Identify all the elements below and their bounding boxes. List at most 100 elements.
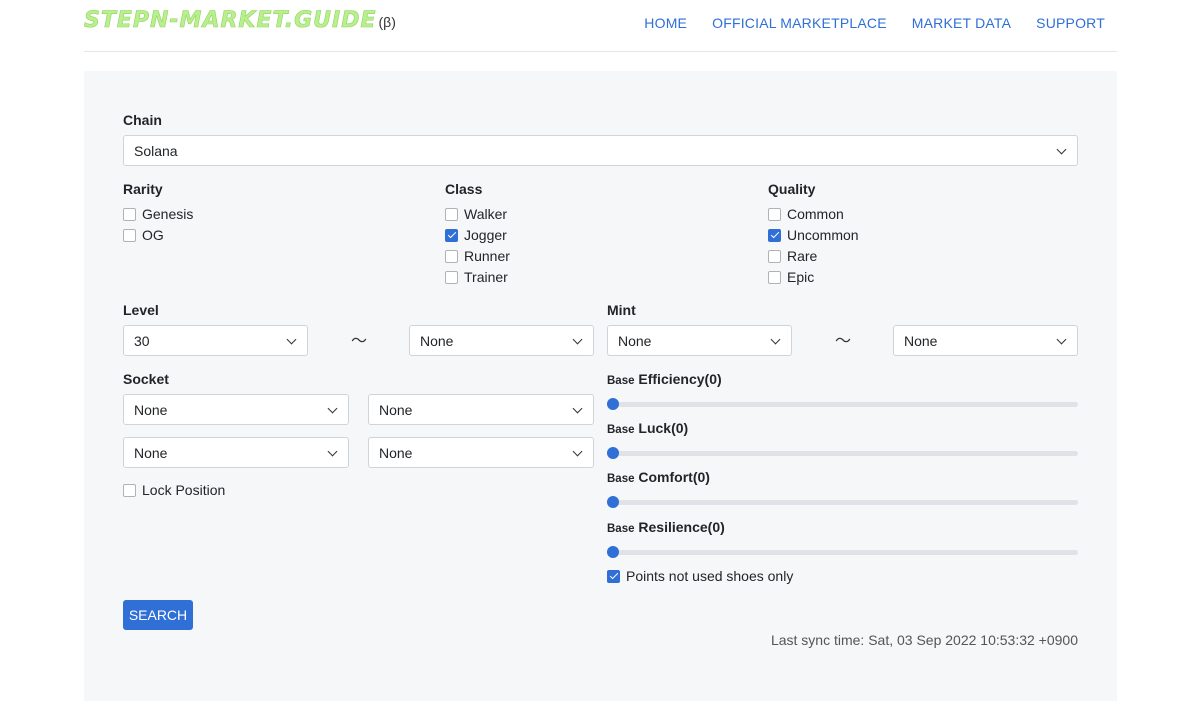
base-prefix: Base	[607, 375, 635, 387]
efficiency-slider[interactable]	[607, 398, 1078, 410]
last-sync-time: Last sync time: Sat, 03 Sep 2022 10:53:3…	[770, 632, 1078, 648]
checkbox-label: Common	[787, 206, 844, 222]
site-logo[interactable]: STEPN-MARKET.GUIDE (β)	[84, 8, 396, 34]
chain-label: Chain	[123, 112, 162, 128]
select-value: None	[904, 332, 938, 349]
checkbox-label: Trainer	[464, 269, 508, 285]
level-label: Level	[123, 302, 159, 318]
slider-name: Luck(0)	[638, 420, 689, 436]
level-range-separator: 〜	[351, 333, 368, 350]
select-value: None	[379, 444, 413, 461]
checkbox-box-checked[interactable]	[445, 228, 458, 242]
class-runner-checkbox[interactable]: Runner	[445, 248, 510, 264]
select-value: None	[618, 332, 652, 349]
select-value: None	[379, 401, 413, 418]
checkbox-label: Epic	[787, 269, 815, 285]
chevron-down-icon	[287, 336, 297, 346]
site-header: STEPN-MARKET.GUIDE (β) HOME OFFICIAL MAR…	[84, 0, 1117, 52]
slider-name: Efficiency(0)	[638, 371, 722, 387]
checkbox-label: Jogger	[464, 227, 507, 243]
resilience-label: Base Resilience(0)	[607, 519, 725, 535]
mint-label: Mint	[607, 302, 636, 318]
quality-rare-checkbox[interactable]: Rare	[768, 248, 817, 264]
slider-thumb[interactable]	[607, 447, 619, 459]
checkbox-box[interactable]	[768, 207, 781, 221]
class-trainer-checkbox[interactable]: Trainer	[445, 269, 508, 285]
checkbox-label: OG	[142, 227, 164, 243]
nav-home[interactable]: HOME	[644, 15, 687, 31]
lock-position-checkbox[interactable]: Lock Position	[123, 482, 225, 498]
checkbox-label: Runner	[464, 248, 510, 264]
slider-track[interactable]	[607, 450, 1078, 456]
checkbox-box[interactable]	[123, 207, 136, 221]
checkbox-box[interactable]	[768, 270, 781, 284]
chevron-down-icon	[1057, 146, 1067, 156]
slider-name: Resilience(0)	[638, 519, 725, 535]
nav-official-marketplace[interactable]: OFFICIAL MARKETPLACE	[712, 15, 887, 31]
comfort-slider[interactable]	[607, 496, 1078, 508]
quality-common-checkbox[interactable]: Common	[768, 206, 844, 222]
socket-label: Socket	[123, 371, 169, 387]
quality-epic-checkbox[interactable]: Epic	[768, 269, 814, 285]
select-value: None	[134, 444, 168, 461]
class-walker-checkbox[interactable]: Walker	[445, 206, 507, 222]
checkbox-box[interactable]	[445, 207, 458, 221]
efficiency-label: Base Efficiency(0)	[607, 371, 722, 387]
checkbox-box-checked[interactable]	[768, 228, 781, 242]
quality-uncommon-checkbox[interactable]: Uncommon	[768, 227, 859, 243]
chevron-down-icon	[573, 405, 583, 415]
checkbox-label: Uncommon	[787, 227, 859, 243]
luck-slider[interactable]	[607, 447, 1078, 459]
luck-label: Base Luck(0)	[607, 420, 688, 436]
slider-track[interactable]	[607, 499, 1078, 505]
checkbox-box[interactable]	[445, 249, 458, 263]
search-button[interactable]: SEARCH	[123, 600, 193, 630]
socket-select-1[interactable]: None	[123, 394, 349, 425]
checkbox-box[interactable]	[123, 228, 136, 242]
checkbox-label: Walker	[464, 206, 508, 222]
rarity-genesis-checkbox[interactable]: Genesis	[123, 206, 193, 222]
nav-market-data[interactable]: MARKET DATA	[912, 15, 1011, 31]
rarity-og-checkbox[interactable]: OG	[123, 227, 164, 243]
class-jogger-checkbox[interactable]: Jogger	[445, 227, 507, 243]
chevron-down-icon	[328, 405, 338, 415]
checkbox-box[interactable]	[768, 249, 781, 263]
checkbox-box-checked[interactable]	[607, 569, 620, 583]
checkbox-box[interactable]	[445, 270, 458, 284]
slider-track[interactable]	[607, 549, 1078, 555]
beta-badge: (β)	[378, 14, 396, 30]
chevron-down-icon	[573, 448, 583, 458]
select-value: None	[134, 401, 168, 418]
resilience-slider[interactable]	[607, 546, 1078, 558]
quality-label: Quality	[768, 181, 816, 197]
checkbox-label: Rare	[787, 248, 818, 264]
slider-name: Comfort(0)	[638, 469, 710, 485]
rarity-label: Rarity	[123, 181, 163, 197]
slider-track[interactable]	[607, 401, 1078, 407]
nav-support[interactable]: SUPPORT	[1036, 15, 1105, 31]
class-label: Class	[445, 181, 483, 197]
points-not-used-checkbox[interactable]: Points not used shoes only	[607, 568, 793, 584]
chevron-down-icon	[771, 336, 781, 346]
chevron-down-icon	[1057, 336, 1067, 346]
logo-text: STEPN-MARKET.GUIDE	[84, 8, 377, 34]
checkbox-label: Points not used shoes only	[626, 568, 794, 584]
chevron-down-icon	[328, 448, 338, 458]
level-from-select[interactable]: 30	[123, 325, 308, 356]
slider-thumb[interactable]	[607, 398, 619, 410]
checkbox-box[interactable]	[123, 483, 136, 497]
slider-thumb[interactable]	[607, 546, 619, 558]
mint-to-select[interactable]: None	[893, 325, 1078, 356]
select-value: None	[420, 332, 454, 349]
chain-select[interactable]: Solana	[123, 135, 1078, 166]
level-to-select[interactable]: None	[409, 325, 594, 356]
base-prefix: Base	[607, 523, 635, 535]
socket-select-3[interactable]: None	[123, 437, 349, 468]
socket-select-2[interactable]: None	[368, 394, 594, 425]
search-panel: Chain Solana Rarity Genesis OG Class Wal…	[84, 71, 1117, 701]
chain-select-value: Solana	[134, 142, 178, 159]
socket-select-4[interactable]: None	[368, 437, 594, 468]
mint-from-select[interactable]: None	[607, 325, 792, 356]
slider-thumb[interactable]	[607, 496, 619, 508]
base-prefix: Base	[607, 473, 635, 485]
